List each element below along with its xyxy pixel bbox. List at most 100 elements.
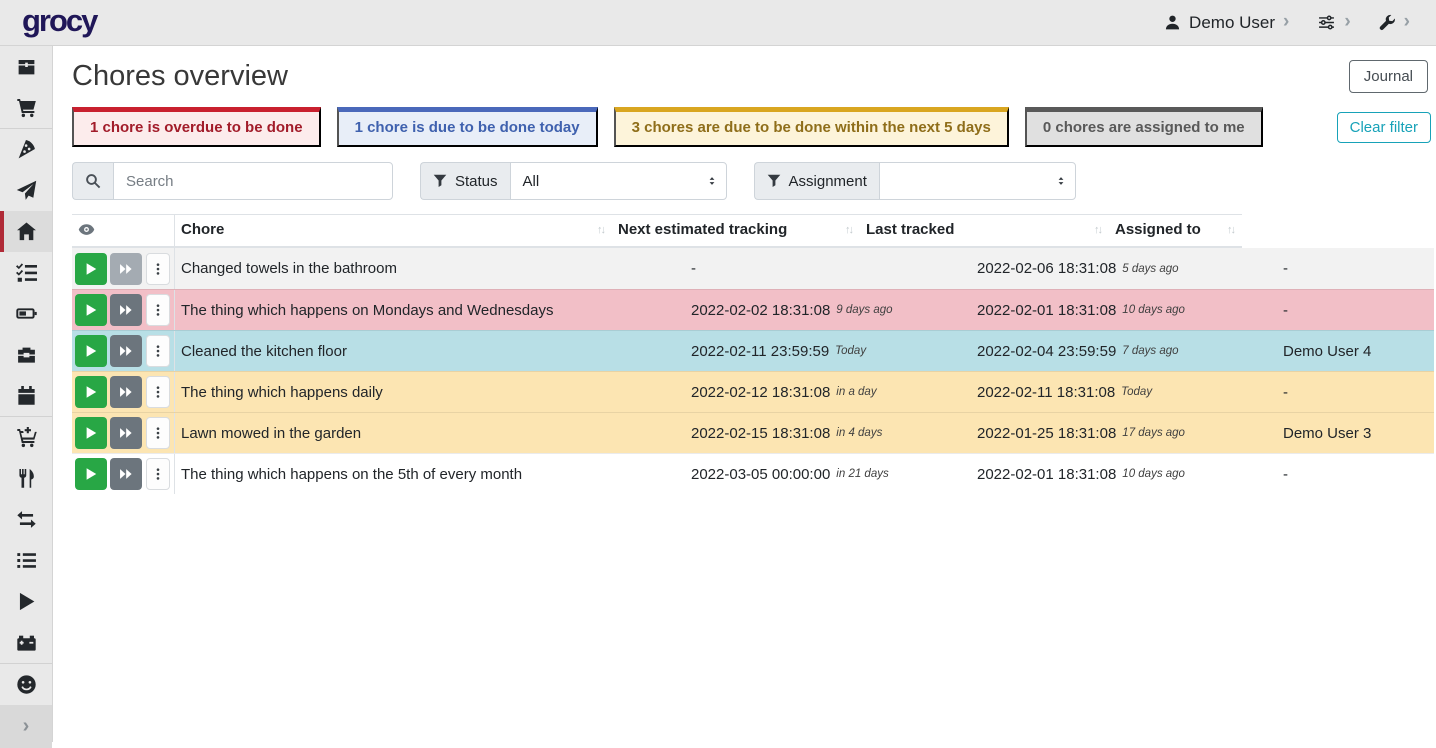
skip-execution-button xyxy=(110,253,142,285)
battery-icon xyxy=(16,303,37,324)
row-menu-button[interactable] xyxy=(146,458,170,490)
top-bar-menus: Demo User › › › xyxy=(1164,12,1410,33)
table-header-chore[interactable]: Chore ↑↓ xyxy=(175,214,612,248)
status-filter-button-3[interactable]: 0 chores are assigned to me xyxy=(1025,107,1263,147)
journal-button[interactable]: Journal xyxy=(1349,60,1428,93)
chevron-right-icon: › xyxy=(23,715,30,738)
sidebar-item-home[interactable] xyxy=(0,211,52,252)
sidebar-item-box[interactable] xyxy=(0,46,52,87)
assigned-to: Demo User 3 xyxy=(1275,413,1434,453)
paper-plane-icon xyxy=(16,180,37,201)
time-ago: in 21 days xyxy=(836,468,888,480)
next-estimated-tracking: 2022-02-02 18:31:089 days ago xyxy=(685,290,971,330)
row-menu-button[interactable] xyxy=(146,376,170,408)
assigned-to: - xyxy=(1275,290,1434,330)
row-menu-button[interactable] xyxy=(146,417,170,449)
table-row: The thing which happens daily 2022-02-12… xyxy=(72,371,1434,412)
chevron-right-icon: › xyxy=(1344,12,1350,33)
skip-execution-button[interactable] xyxy=(110,294,142,326)
skip-execution-button[interactable] xyxy=(110,458,142,490)
filter-row: Status All Assignment xyxy=(72,162,1434,200)
last-tracked: 2022-01-25 18:31:0817 days ago xyxy=(971,413,1275,453)
user-name: Demo User xyxy=(1189,13,1275,33)
track-execution-button[interactable] xyxy=(75,335,107,367)
column-visibility-header[interactable] xyxy=(72,214,175,248)
next-estimated-tracking: - xyxy=(685,248,971,289)
row-actions xyxy=(72,331,175,371)
track-execution-button[interactable] xyxy=(75,253,107,285)
status-select-value: All xyxy=(523,173,540,190)
sidebar-item-toolbox[interactable] xyxy=(0,334,52,375)
chore-name[interactable]: Lawn mowed in the garden xyxy=(175,413,685,453)
table-header-assigned[interactable]: Assigned to ↑↓ xyxy=(1109,214,1242,248)
sidebar-item-smiley[interactable] xyxy=(0,664,52,705)
chore-name[interactable]: Cleaned the kitchen floor xyxy=(175,331,685,371)
sidebar-item-battery[interactable] xyxy=(0,293,52,334)
table-header-last[interactable]: Last tracked ↑↓ xyxy=(860,214,1109,248)
status-filter-button-0[interactable]: 1 chore is overdue to be done xyxy=(72,107,321,147)
play-icon xyxy=(16,591,37,612)
box-icon xyxy=(16,56,37,77)
row-menu-button[interactable] xyxy=(146,335,170,367)
assigned-to: - xyxy=(1275,372,1434,412)
next-estimated-tracking: 2022-02-11 23:59:59Today xyxy=(685,331,971,371)
row-menu-button[interactable] xyxy=(146,253,170,285)
time-ago: 7 days ago xyxy=(1122,345,1178,357)
sidebar-item-calendar[interactable] xyxy=(0,375,52,416)
chevron-right-icon: › xyxy=(1404,12,1410,33)
assignment-select[interactable] xyxy=(879,162,1076,200)
app-logo[interactable]: grocy xyxy=(22,5,96,40)
user-menu[interactable]: Demo User › xyxy=(1164,12,1289,33)
track-execution-button[interactable] xyxy=(75,376,107,408)
sidebar-item-utensils[interactable] xyxy=(0,458,52,499)
last-tracked: 2022-02-01 18:31:0810 days ago xyxy=(971,290,1275,330)
table-row: The thing which happens on Mondays and W… xyxy=(72,289,1434,330)
chore-name[interactable]: Changed towels in the bathroom xyxy=(175,248,685,289)
skip-execution-button[interactable] xyxy=(110,417,142,449)
chore-name[interactable]: The thing which happens on the 5th of ev… xyxy=(175,454,685,494)
sidebar-item-cart-plus[interactable] xyxy=(0,417,52,458)
next-estimated-tracking: 2022-02-12 18:31:08in a day xyxy=(685,372,971,412)
track-execution-button[interactable] xyxy=(75,458,107,490)
sidebar-item-car-battery[interactable] xyxy=(0,622,52,663)
settings-menu[interactable]: › xyxy=(1317,12,1350,33)
time-ago: 5 days ago xyxy=(1122,263,1178,275)
skip-execution-button[interactable] xyxy=(110,376,142,408)
track-execution-button[interactable] xyxy=(75,417,107,449)
skip-execution-button[interactable] xyxy=(110,335,142,367)
next-estimated-tracking: 2022-03-05 00:00:00in 21 days xyxy=(685,454,971,494)
time-ago: 10 days ago xyxy=(1122,304,1185,316)
assignment-filter-label: Assignment xyxy=(754,162,879,200)
sidebar-item-list[interactable] xyxy=(0,540,52,581)
sidebar-item-shopping-cart[interactable] xyxy=(0,87,52,128)
last-tracked: 2022-02-06 18:31:085 days ago xyxy=(971,248,1275,289)
track-execution-button[interactable] xyxy=(75,294,107,326)
last-tracked: 2022-02-11 18:31:08Today xyxy=(971,372,1275,412)
time-ago: in a day xyxy=(836,386,876,398)
table-row: Cleaned the kitchen floor 2022-02-11 23:… xyxy=(72,330,1434,371)
search-input[interactable] xyxy=(113,162,393,200)
table-row: The thing which happens on the 5th of ev… xyxy=(72,453,1434,494)
clear-filter-button[interactable]: Clear filter xyxy=(1337,112,1431,143)
sidebar-item-paper-plane[interactable] xyxy=(0,170,52,211)
admin-menu[interactable]: › xyxy=(1379,12,1410,33)
table-header-next[interactable]: Next estimated tracking ↑↓ xyxy=(612,214,860,248)
row-menu-button[interactable] xyxy=(146,294,170,326)
sidebar-item-pizza[interactable] xyxy=(0,129,52,170)
status-select[interactable]: All xyxy=(510,162,727,200)
sidebar-item-checklist[interactable] xyxy=(0,252,52,293)
assigned-to: Demo User 4 xyxy=(1275,331,1434,371)
sidebar-item-exchange[interactable] xyxy=(0,499,52,540)
search-icon xyxy=(72,162,113,200)
pizza-icon xyxy=(16,139,37,160)
sort-icon: ↑↓ xyxy=(1221,224,1234,236)
chore-name[interactable]: The thing which happens daily xyxy=(175,372,685,412)
status-filter-button-1[interactable]: 1 chore is due to be done today xyxy=(337,107,598,147)
home-icon xyxy=(16,221,37,242)
status-filter-group: Status All xyxy=(420,162,727,200)
time-ago: 10 days ago xyxy=(1122,468,1185,480)
chore-name[interactable]: The thing which happens on Mondays and W… xyxy=(175,290,685,330)
status-filter-button-2[interactable]: 3 chores are due to be done within the n… xyxy=(614,107,1009,147)
filter-icon xyxy=(767,174,781,188)
sidebar-item-play[interactable] xyxy=(0,581,52,622)
